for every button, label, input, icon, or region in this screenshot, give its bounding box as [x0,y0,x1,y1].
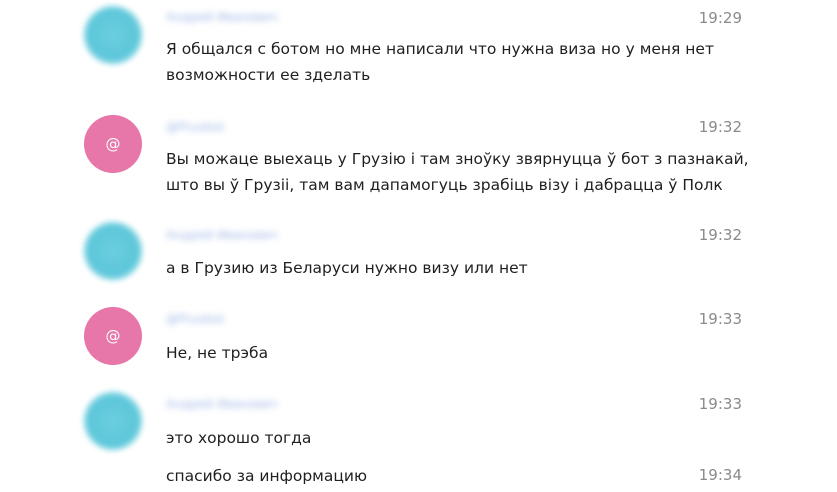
message-text: это хорошо тогда [166,429,312,447]
message: Андрей Иванович 19:29 Я общался с ботом … [0,0,837,100]
message: @ @Pruxbot 19:32 Вы можаце выехаць у Гру… [0,100,837,210]
message: Андрей Иванович 19:32 а в Грузию из Бела… [0,210,837,300]
author-name[interactable]: Андрей Иванович [166,10,278,24]
author-name[interactable]: @Pruxbot [166,120,224,134]
author-name[interactable]: Андрей Иванович [166,397,278,411]
message-time: 19:33 [698,310,742,328]
user-avatar[interactable] [84,222,142,280]
message-text: спасибо за информацию [166,467,368,485]
message-time: 19:32 [698,118,742,136]
message-time: 19:29 [698,9,742,27]
user-avatar[interactable] [84,6,142,64]
message-text: Вы можаце выехаць у Грузію і там зноўку … [166,150,749,194]
message-time: 19:33 [698,395,742,413]
user-avatar[interactable] [84,392,142,450]
chat-history: Андрей Иванович 19:29 Я общался с ботом … [0,0,837,492]
message: 19:34 спасибо за информацию [0,455,837,492]
author-name[interactable]: Андрей Иванович [166,228,278,242]
bot-avatar[interactable]: @ [84,307,142,365]
message-text: Я общался с ботом но мне написали что ну… [166,40,715,84]
message-text: а в Грузию из Беларуси нужно визу или не… [166,259,528,277]
message-text: Не, не трэба [166,344,269,362]
author-name[interactable]: @Pruxbot [166,312,224,326]
message: @ @Pruxbot 19:33 Не, не трэба [0,300,837,385]
message-time: 19:32 [698,226,742,244]
bot-avatar[interactable]: @ [84,115,142,173]
message: Андрей Иванович 19:33 это хорошо тогда [0,385,837,455]
